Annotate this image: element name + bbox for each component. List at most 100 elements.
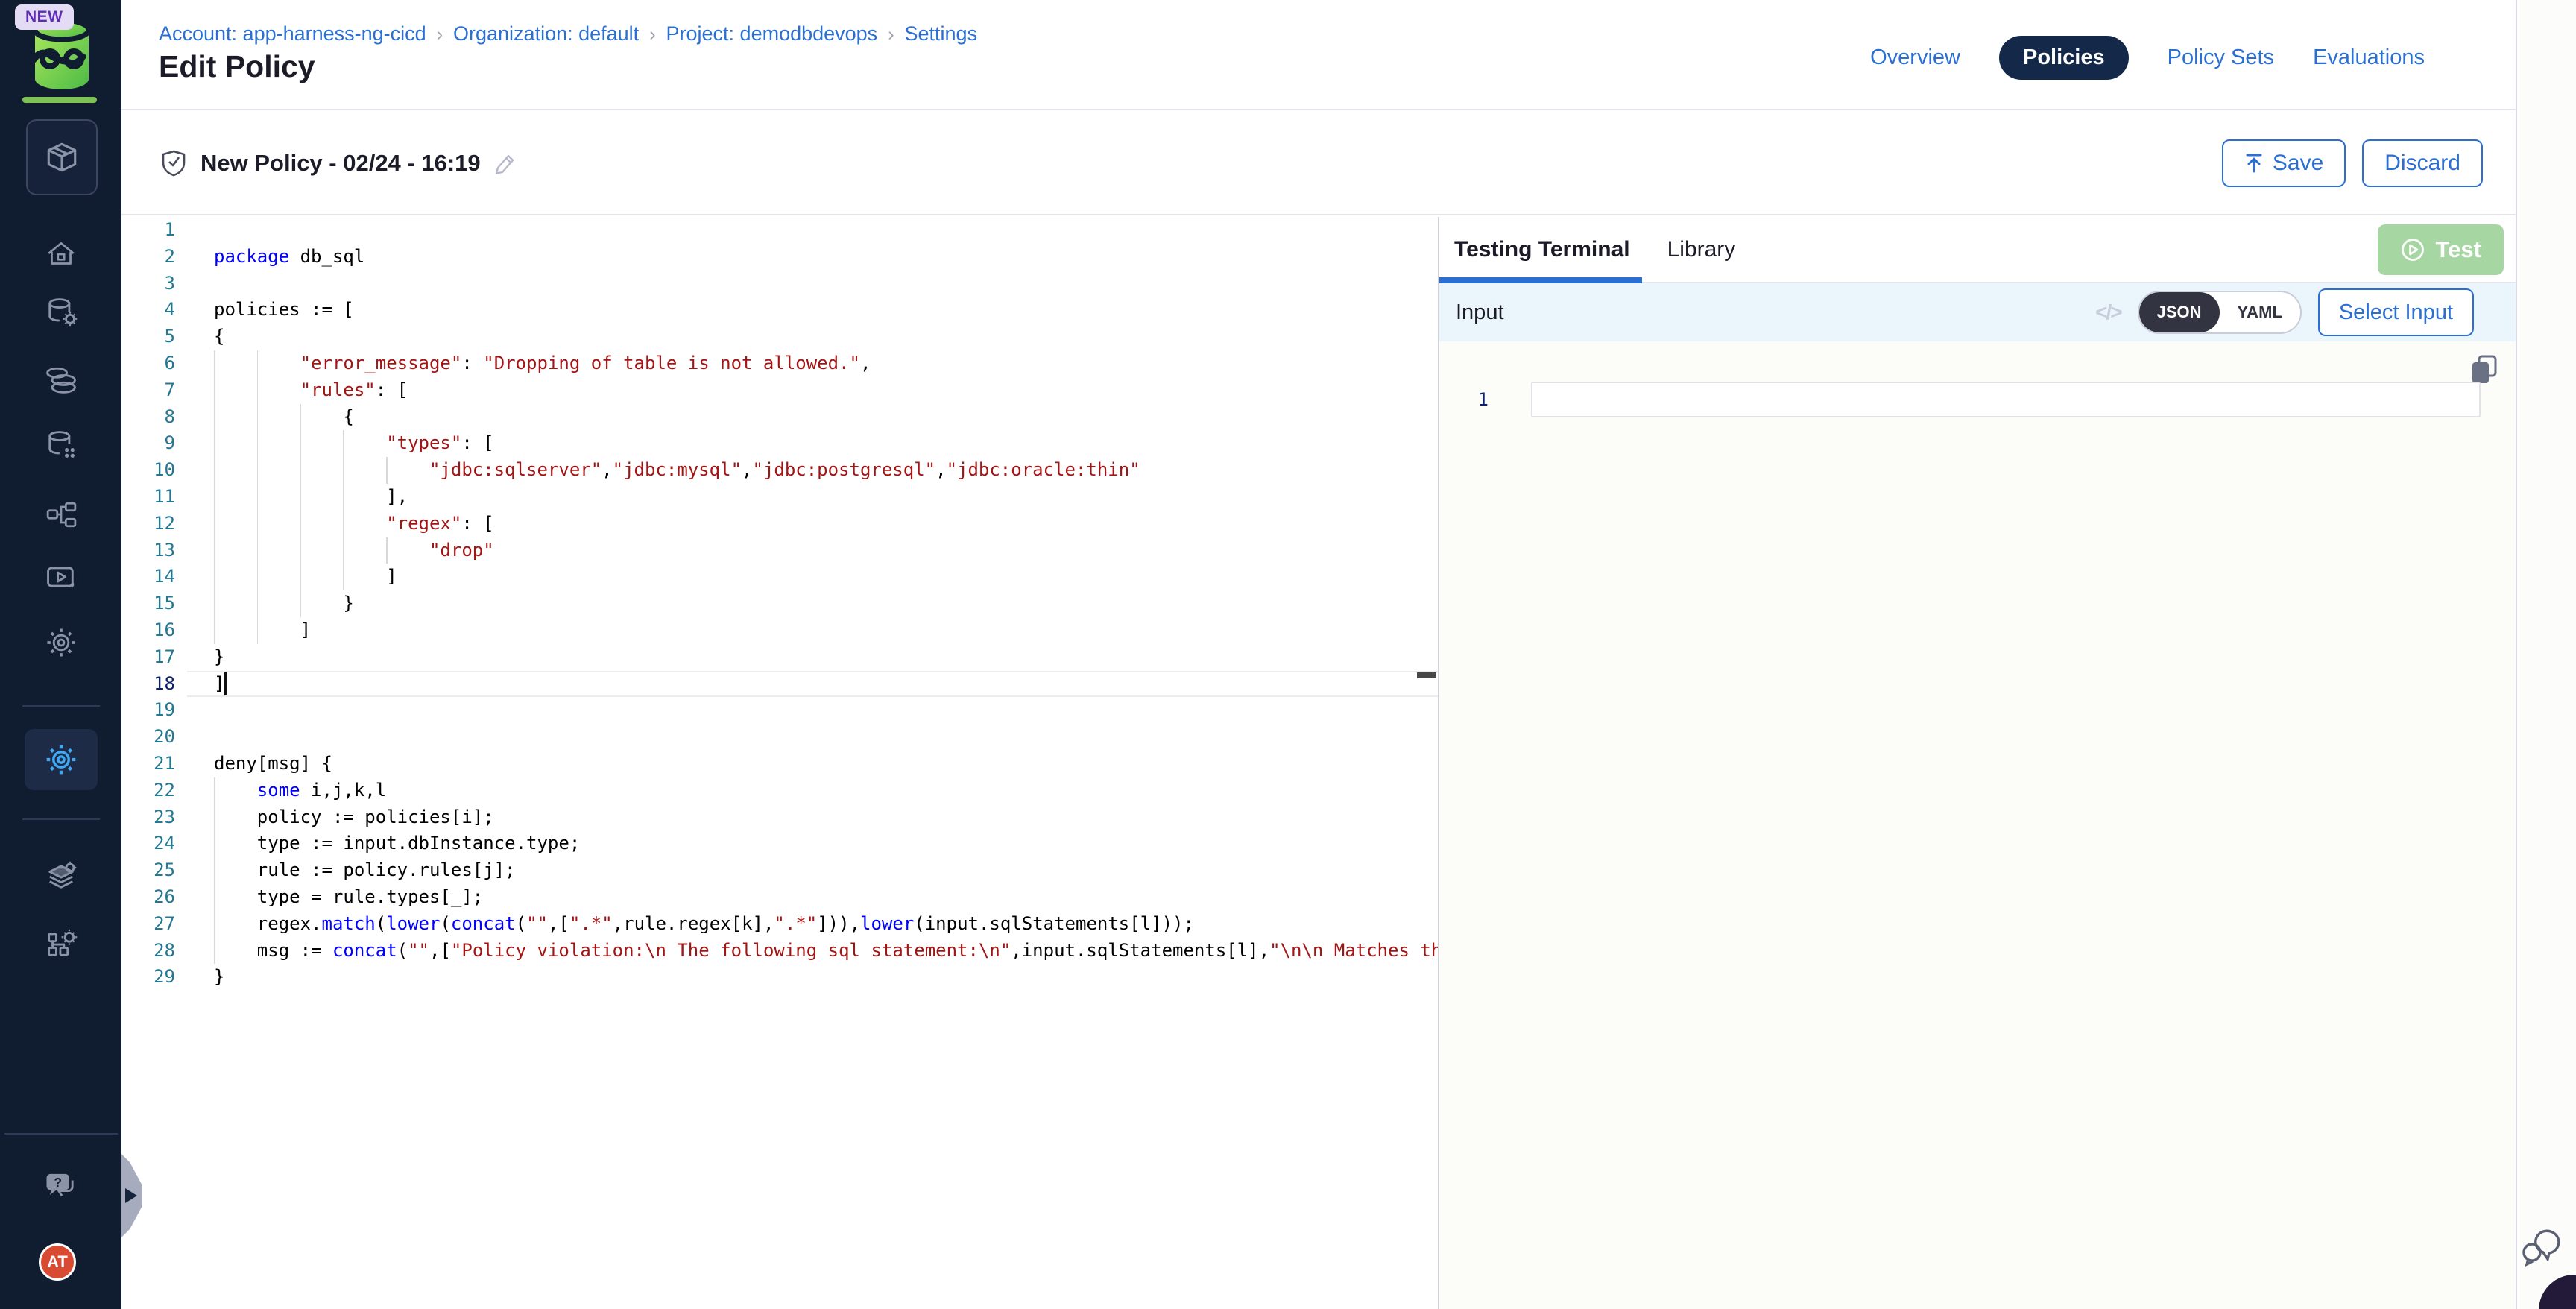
sidebar-item-settings[interactable] [0,625,121,660]
sidebar-item-project-settings-active[interactable] [25,729,98,790]
nav-tab-policies[interactable]: Policies [1999,36,2129,80]
line-content: { [187,404,1438,431]
code-line-10[interactable]: 10 "jdbc:sqlserver","jdbc:mysql","jdbc:p… [121,457,1438,484]
line-number: 9 [121,430,187,457]
sidebar-item-help[interactable]: ? [0,1167,121,1203]
code-line-20[interactable]: 20 [121,724,1438,751]
support-chat-icon[interactable] [2521,1224,2564,1270]
toggle-json[interactable]: JSON [2139,292,2220,332]
code-line-13[interactable]: 13 "drop" [121,537,1438,564]
code-line-2[interactable]: 2package db_sql [121,244,1438,271]
indent-guide [257,350,259,377]
code-line-6[interactable]: 6 "error_message": "Dropping of table is… [121,350,1438,377]
code-line-3[interactable]: 3 [121,271,1438,297]
indent-guide [214,617,215,644]
breadcrumb-link[interactable]: Project: demodbdevops [666,22,878,45]
indent-guide [257,590,259,617]
code-line-17[interactable]: 17} [121,644,1438,671]
input-text-field[interactable] [1531,382,2481,417]
code-line-7[interactable]: 7 "rules": [ [121,377,1438,404]
code-line-18[interactable]: 18] [121,671,1438,698]
sidebar-item-executions[interactable] [0,561,121,593]
code-line-11[interactable]: 11 ], [121,484,1438,511]
indent-guide [343,537,344,564]
line-content [187,697,1438,724]
code-line-1[interactable]: 1 [121,217,1438,244]
nav-tab-evaluations[interactable]: Evaluations [2313,45,2425,70]
code-line-29[interactable]: 29} [121,964,1438,991]
code-line-8[interactable]: 8 { [121,404,1438,431]
line-content: } [187,964,1438,991]
line-number: 17 [121,644,187,671]
code-line-4[interactable]: 4policies := [ [121,297,1438,324]
sidebar-item-pipelines[interactable] [0,499,121,531]
main-area: Account: app-harness-ng-cicd›Organizatio… [121,0,2517,1309]
code-line-23[interactable]: 23 policy := policies[i]; [121,804,1438,831]
line-number: 11 [121,484,187,511]
toggle-yaml[interactable]: YAML [2220,292,2300,332]
database-gear-icon [43,294,79,329]
sidebar-item-db-instances[interactable] [0,294,121,329]
select-input-label: Select Input [2339,300,2453,325]
line-content: msg := concat("",["Policy violation:\n T… [187,938,1438,965]
play-circle-icon [2400,237,2425,262]
test-button[interactable]: Test [2378,224,2504,275]
save-button[interactable]: Save [2222,139,2346,187]
indent-guide [214,377,215,404]
sidebar: NEW [0,0,121,1309]
line-content: "drop" [187,537,1438,564]
sidebar-module-selector[interactable] [26,119,98,195]
policy-code-editor[interactable]: 12package db_sql34policies := [5{6 "erro… [121,217,1439,1309]
indent-guide [214,430,215,457]
code-format-icon[interactable]: </> [2095,300,2121,324]
select-input-button[interactable]: Select Input [2318,288,2474,336]
panel-tab-testing-terminal[interactable]: Testing Terminal [1454,237,1630,262]
code-line-28[interactable]: 28 msg := concat("",["Policy violation:\… [121,938,1438,965]
sidebar-item-project-setup[interactable] [0,859,121,895]
indent-guide [343,564,344,590]
panel-tab-library[interactable]: Library [1667,237,1736,262]
chat-help-icon: ? [42,1167,80,1203]
aida-widget[interactable] [2539,1275,2576,1309]
sidebar-item-home[interactable] [0,237,121,271]
code-line-16[interactable]: 16 ] [121,617,1438,644]
line-content: rule := policy.rules[j]; [187,857,1438,884]
code-line-5[interactable]: 5{ [121,324,1438,350]
line-number: 12 [121,511,187,537]
code-line-26[interactable]: 26 type = rule.types[_]; [121,884,1438,911]
code-line-14[interactable]: 14 ] [121,564,1438,590]
indent-guide [343,457,344,484]
nav-tab-overview[interactable]: Overview [1870,45,1960,70]
cube-icon [42,138,81,177]
indent-guide [214,537,215,564]
nav-tab-policy-sets[interactable]: Policy Sets [2168,45,2274,70]
code-line-25[interactable]: 25 rule := policy.rules[j]; [121,857,1438,884]
discard-button[interactable]: Discard [2362,139,2483,187]
code-line-12[interactable]: 12 "regex": [ [121,511,1438,537]
sidebar-item-org-structure[interactable] [0,926,121,962]
code-line-24[interactable]: 24 type := input.dbInstance.type; [121,830,1438,857]
input-editor[interactable]: 1 [1439,341,2516,1309]
code-line-9[interactable]: 9 "types": [ [121,430,1438,457]
breadcrumb-link[interactable]: Settings [905,22,978,45]
input-bar: Input </> JSONYAML Select Input [1439,283,2516,341]
indent-guide [214,484,215,511]
breadcrumb-link[interactable]: Organization: default [453,22,639,45]
line-content [187,724,1438,751]
sidebar-item-db-schemas[interactable] [0,362,121,398]
breadcrumb: Account: app-harness-ng-cicd›Organizatio… [159,22,977,45]
avatar[interactable]: AT [39,1243,76,1281]
sidebar-item-db-registry[interactable] [0,426,121,462]
edit-pencil-icon[interactable] [493,151,518,176]
policy-name: New Policy - 02/24 - 16:19 [201,150,481,177]
line-content: ] [187,671,1438,698]
line-content: ], [187,484,1438,511]
code-line-22[interactable]: 22 some i,j,k,l [121,777,1438,804]
code-line-21[interactable]: 21deny[msg] { [121,751,1438,777]
line-content: } [187,644,1438,671]
breadcrumb-link[interactable]: Account: app-harness-ng-cicd [159,22,426,45]
code-line-27[interactable]: 27 regex.match(lower(concat("",[".*",rul… [121,911,1438,938]
line-number: 5 [121,324,187,350]
code-line-15[interactable]: 15 } [121,590,1438,617]
code-line-19[interactable]: 19 [121,697,1438,724]
